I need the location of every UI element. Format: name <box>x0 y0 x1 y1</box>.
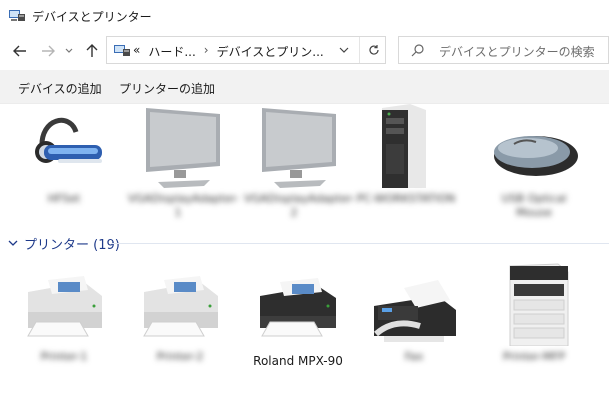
printer-label: Printer-1 <box>40 350 88 363</box>
chevron-down-icon <box>65 48 73 53</box>
monitor-icon <box>262 108 336 188</box>
printer-label: Roland MPX-90 <box>253 354 343 368</box>
breadcrumb-overflow[interactable]: « <box>133 43 140 60</box>
devices-view: HFSet VGADisplayAdapter-1 VGADisplayAdap… <box>0 104 609 416</box>
printers-group-header[interactable]: プリンター (19) <box>8 234 120 253</box>
refresh-button[interactable] <box>363 39 385 61</box>
chevron-down-icon <box>339 47 349 53</box>
recent-locations-button[interactable] <box>62 40 76 62</box>
printer-icon <box>143 276 218 337</box>
printer-icon <box>27 276 102 337</box>
add-printer-button[interactable]: プリンターの追加 <box>119 80 215 97</box>
device-label: HFSet <box>47 192 81 205</box>
breadcrumb-item-devices-printers[interactable]: デバイスとプリン... <box>217 43 324 60</box>
group-divider <box>112 243 609 244</box>
address-bar[interactable]: « ハード... › デバイスとプリン... <box>106 36 386 64</box>
refresh-icon <box>369 45 379 55</box>
printer-label: Printer-2 <box>156 350 204 363</box>
printer-label: Fax <box>404 350 424 363</box>
address-dropdown-button[interactable] <box>333 39 355 61</box>
forward-button[interactable] <box>38 40 58 62</box>
monitor-icon <box>146 108 220 188</box>
search-box[interactable]: デバイスとプリンターの検索 <box>398 36 609 64</box>
printer-dark-icon <box>260 278 336 337</box>
arrow-left-icon <box>13 45 26 57</box>
chevron-down-icon <box>8 240 18 246</box>
title-bar: デバイスとプリンター <box>0 0 609 32</box>
printer-label: Printer-MFP <box>502 350 566 363</box>
headset-icon <box>35 117 102 163</box>
printers-group-title: プリンター (19) <box>24 237 120 253</box>
mouse-icon <box>494 136 578 176</box>
add-device-button[interactable]: デバイスの追加 <box>18 80 102 97</box>
server-tower-icon <box>382 104 426 188</box>
address-divider <box>359 37 360 63</box>
search-icon <box>411 44 424 57</box>
device-label: PC-WORKSTATION <box>356 192 456 205</box>
devices-printers-icon <box>113 43 131 57</box>
breadcrumb: « ハード... › デバイスとプリン... <box>133 43 324 60</box>
breadcrumb-item-hardware[interactable]: ハード... <box>148 43 195 60</box>
fax-icon <box>374 280 456 342</box>
arrow-right-icon <box>42 45 55 57</box>
navigation-bar: « ハード... › デバイスとプリン... デバイスとプリンターの検索 <box>0 32 609 70</box>
search-input[interactable]: デバイスとプリンターの検索 <box>439 43 595 60</box>
device-label: USB Optical Mouse <box>501 192 567 219</box>
up-button[interactable] <box>82 40 102 62</box>
device-label: VGADisplayAdapter-1 <box>128 192 240 219</box>
device-label: VGADisplayAdapter-2 <box>244 192 356 219</box>
command-bar: デバイスの追加 プリンターの追加 <box>0 70 609 104</box>
window-title: デバイスとプリンター <box>32 10 152 24</box>
breadcrumb-separator[interactable]: › <box>204 43 209 60</box>
devices-printers-icon <box>8 8 26 22</box>
back-button[interactable] <box>10 40 30 62</box>
arrow-up-icon <box>86 44 98 57</box>
multifunction-printer-icon <box>509 263 569 346</box>
